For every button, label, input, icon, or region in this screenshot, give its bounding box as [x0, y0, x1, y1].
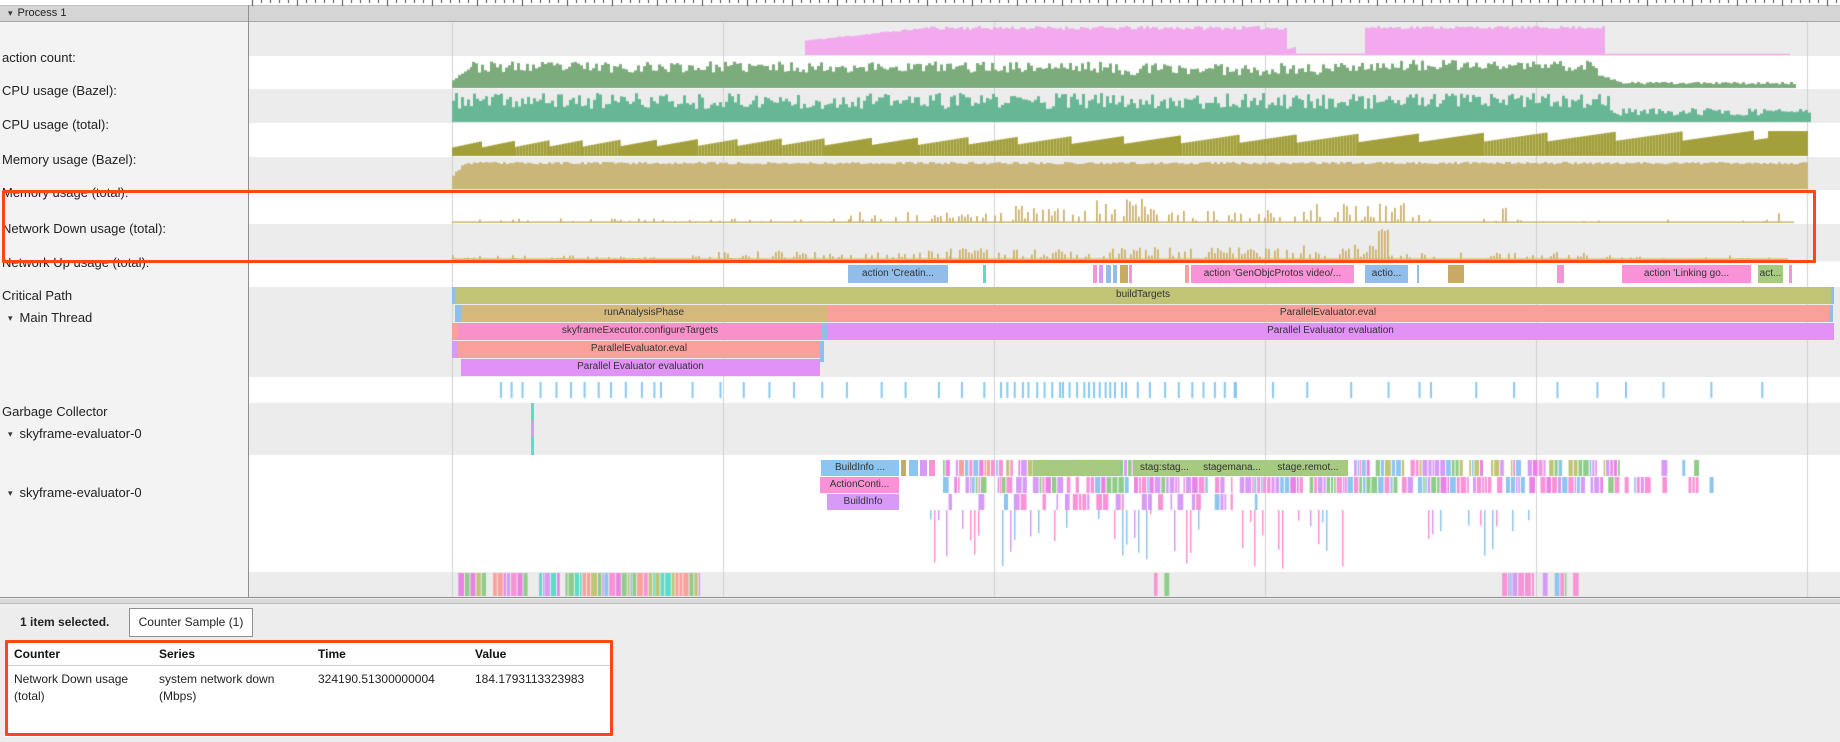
- slice-act[interactable]: act...: [1758, 265, 1783, 283]
- slice-sliver[interactable]: [1185, 265, 1189, 283]
- slice-sliver[interactable]: [909, 460, 918, 476]
- slice-action-genobjcprotos-video[interactable]: action 'GenObjcProtos video/...: [1191, 265, 1354, 283]
- slice-runanalysisphase[interactable]: runAnalysisPhase: [461, 305, 827, 322]
- slice-parallelevaluator-eval[interactable]: ParallelEvaluator.eval: [458, 341, 820, 358]
- slice-parallelevaluator-eval[interactable]: ParallelEvaluator.eval: [827, 305, 1829, 322]
- slice-sliver[interactable]: [1093, 265, 1097, 283]
- network-highlight-annotation: [2, 190, 1816, 263]
- selection-status: 1 item selected.: [20, 615, 109, 629]
- slice-sliver[interactable]: [1129, 265, 1132, 283]
- slice-sliver[interactable]: [1099, 265, 1103, 283]
- tab-counter-sample[interactable]: Counter Sample (1): [129, 608, 253, 637]
- slice-sliver[interactable]: [1557, 265, 1564, 283]
- slice-stag-stag[interactable]: stag:stag...: [1133, 460, 1196, 476]
- slice-stage-remot[interactable]: stage.remot...: [1268, 460, 1348, 476]
- slice-action-linking-go[interactable]: action 'Linking go...: [1622, 265, 1751, 283]
- slice-sliver[interactable]: [1448, 265, 1464, 283]
- slice-sliver[interactable]: [983, 265, 986, 283]
- slice-buildinfo[interactable]: BuildInfo: [827, 494, 899, 510]
- table-highlight-annotation: [5, 640, 613, 736]
- slice-buildtargets[interactable]: buildTargets: [455, 287, 1831, 304]
- slice-sliver[interactable]: [1106, 265, 1111, 283]
- slice-skyframeexecutor-configuretargets[interactable]: skyframeExecutor.configureTargets: [458, 323, 822, 340]
- slice-buildinfo[interactable]: BuildInfo ...: [821, 460, 899, 476]
- trace-viewer: ▾Process 1 action count: CPU usage (Baze…: [0, 0, 1840, 742]
- slice-sliver[interactable]: [1120, 265, 1128, 283]
- slice-sliver[interactable]: [1417, 265, 1419, 283]
- slice-sliver[interactable]: [901, 460, 906, 476]
- slice-sliver[interactable]: [1033, 460, 1120, 476]
- slice-sliver[interactable]: [920, 460, 927, 476]
- slice-sliver[interactable]: [1829, 305, 1833, 322]
- slice-action-creatin[interactable]: action 'Creatin...: [848, 265, 948, 283]
- slice-sliver[interactable]: [1113, 265, 1117, 283]
- slice-stagemana[interactable]: stagemana...: [1196, 460, 1268, 476]
- slice-sliver[interactable]: [1789, 265, 1792, 283]
- slice-sliver[interactable]: [820, 341, 824, 362]
- slice-sliver[interactable]: [1831, 287, 1834, 304]
- slice-parallel-evaluator-evaluation[interactable]: Parallel Evaluator evaluation: [827, 323, 1834, 340]
- slice-actio[interactable]: actio...: [1365, 265, 1408, 283]
- slice-sliver[interactable]: [929, 460, 935, 476]
- slice-sliver[interactable]: [531, 420, 534, 437]
- slice-actionconti[interactable]: ActionConti...: [820, 477, 899, 493]
- slice-parallel-evaluator-evaluation[interactable]: Parallel Evaluator evaluation: [461, 359, 820, 376]
